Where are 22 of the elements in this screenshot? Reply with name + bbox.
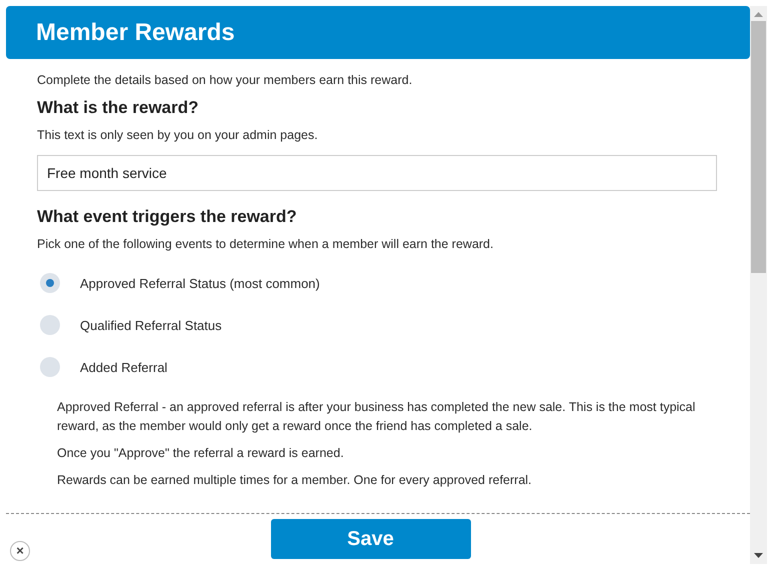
intro-text: Complete the details based on how your members earn this reward.	[37, 72, 414, 89]
scroll-up-icon[interactable]	[754, 12, 763, 17]
section-heading: What event triggers the reward?	[37, 207, 298, 227]
reward-input-field[interactable]: Free month service	[37, 155, 717, 191]
hint-text: This text is only seen by you on your admin pages.	[37, 127, 319, 144]
hint-text: Pick one of the following events to determine when a member will earn the reward.	[37, 236, 494, 253]
option-label[interactable]: Qualified Referral Status	[80, 318, 222, 332]
note-text: Approved Referral - an approved referral is after your business has completed the new sale. This is the most typical reward, as the member would only get a reward once the friend has completed a sale.	[57, 399, 696, 435]
option-label[interactable]: Added Referral	[80, 360, 168, 374]
radio-button[interactable]	[40, 315, 60, 335]
note-text: Rewards can be earned multiple times for a member. One for every approved referral.	[57, 472, 533, 489]
note-text: Once you "Approve" the referral a reward is earned.	[57, 445, 345, 462]
section-heading: What is the reward?	[37, 98, 200, 118]
save-button[interactable]: Save	[270, 519, 470, 559]
radio-button[interactable]	[40, 273, 60, 293]
scrollbar[interactable]	[750, 6, 767, 564]
option-label[interactable]: Approved Referral Status (most common)	[80, 276, 320, 290]
scrollbar-thumb[interactable]	[751, 21, 766, 273]
radio-button[interactable]	[40, 357, 60, 377]
close-button[interactable]: ×	[10, 541, 30, 561]
dialog-title: Member Rewards	[36, 18, 235, 46]
scroll-down-icon[interactable]	[754, 553, 763, 558]
